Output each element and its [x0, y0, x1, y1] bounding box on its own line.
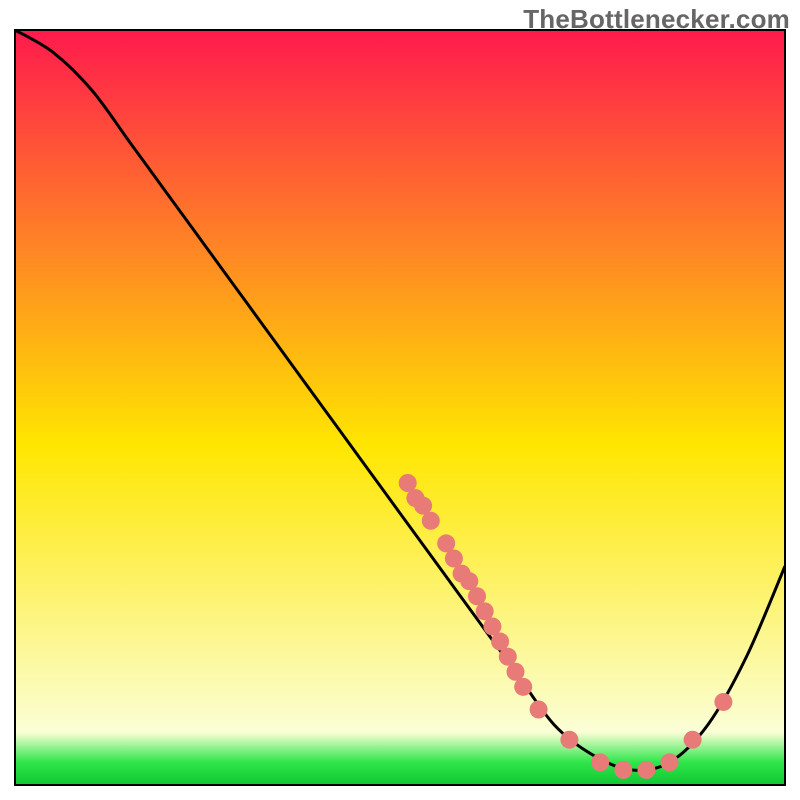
data-point: [614, 761, 632, 779]
data-point: [514, 678, 532, 696]
data-point: [560, 731, 578, 749]
chart-container: TheBottlenecker.com: [0, 0, 800, 800]
data-point: [637, 761, 655, 779]
watermark-text: TheBottlenecker.com: [523, 4, 790, 35]
data-point: [684, 731, 702, 749]
bottleneck-chart: [0, 0, 800, 800]
data-point: [591, 753, 609, 771]
data-point: [530, 701, 548, 719]
data-point: [422, 512, 440, 530]
data-point: [661, 753, 679, 771]
data-point: [714, 693, 732, 711]
